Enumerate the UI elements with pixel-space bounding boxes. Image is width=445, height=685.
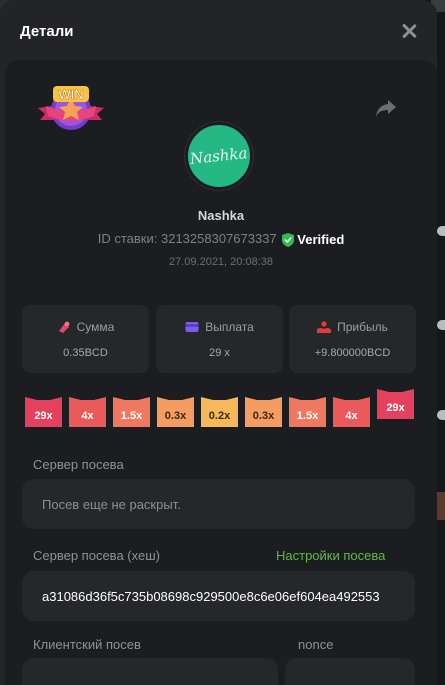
multiplier-chip: 4x (333, 397, 370, 427)
multiplier-chip: 1.5x (113, 397, 150, 427)
verified-badge: Verified (282, 232, 344, 247)
stat-amount-value: 0.35BCD (63, 347, 108, 359)
verified-label: Verified (297, 232, 345, 248)
multiplier-chip: 29x (25, 397, 62, 427)
client-seed-label: Клиентский посев (33, 637, 141, 652)
multiplier-chip: 0.3x (245, 397, 282, 427)
share-icon (376, 100, 396, 117)
bet-id-value[interactable]: 3213258307673337 (161, 231, 277, 246)
close-button[interactable] (400, 22, 418, 40)
stat-amount-label: Сумма (76, 320, 115, 334)
backdrop-slider-handle (437, 226, 445, 236)
stat-profit-value: +9.800000BCD (314, 347, 391, 359)
bet-card: WIN Nashka Nashka ID ставки: 32132583076… (5, 60, 437, 685)
coins-icon (58, 321, 70, 333)
modal-title: Детали (20, 23, 74, 40)
modal-header: Детали (0, 0, 437, 60)
stat-payout-label: Выплата (205, 320, 254, 334)
backdrop-slider-handle (437, 410, 445, 420)
avatar-text: Nashka (189, 144, 249, 168)
stats-row: Сумма 0.35BCD Выплата 29 x Прибыль +9.80… (22, 305, 416, 373)
nonce-field[interactable] (285, 658, 415, 685)
bet-details-modal: Детали WIN Nashka Nashka ID ставки: 3213… (0, 0, 437, 685)
hand-coin-icon (317, 321, 332, 333)
multiplier-chip: 4x (69, 397, 106, 427)
card-icon (185, 322, 199, 332)
multiplier-chip: 1.5x (289, 397, 326, 427)
seed-settings-link[interactable]: Настройки посева (276, 548, 385, 563)
win-badge-icon: WIN (38, 86, 104, 130)
shield-check-icon (282, 232, 295, 247)
multiplier-row: 29x 4x 1.5x 0.3x 0.2x 0.3x 1.5x 4x 29x (25, 388, 420, 430)
multiplier-chip: 0.2x (201, 397, 238, 427)
stat-profit-label: Прибыль (337, 320, 388, 334)
nonce-label: nonce (298, 637, 334, 652)
server-seed-hash-field[interactable]: a31086d36f5c735b08698c929500e8c6e06ef604… (22, 571, 415, 621)
server-seed-field[interactable]: Посев еще не раскрыт. (22, 479, 415, 529)
server-seed-hash-label: Сервер посева (хеш) (33, 548, 160, 563)
stat-profit: Прибыль +9.800000BCD (289, 305, 416, 373)
bet-datetime: 27.09.2021, 20:08:38 (169, 256, 273, 268)
bet-id-row: ID ставки: 3213258307673337 Verified (5, 231, 437, 247)
win-badge-text: WIN (58, 87, 83, 102)
backdrop-slider-handle (437, 320, 445, 330)
username: Nashka (197, 208, 245, 223)
win-badge: WIN (36, 84, 106, 134)
bet-id-label: ID ставки: (97, 231, 158, 246)
stat-payout-value: 29 x (209, 347, 230, 359)
avatar: Nashka (185, 122, 253, 190)
multiplier-chip-active: 29x (377, 389, 414, 419)
multiplier-chip: 0.3x (157, 397, 194, 427)
share-button[interactable] (375, 98, 397, 118)
stat-amount: Сумма 0.35BCD (22, 305, 149, 373)
client-seed-field[interactable] (22, 658, 278, 685)
stat-payout: Выплата 29 x (156, 305, 283, 373)
server-seed-label: Сервер посева (33, 457, 124, 472)
